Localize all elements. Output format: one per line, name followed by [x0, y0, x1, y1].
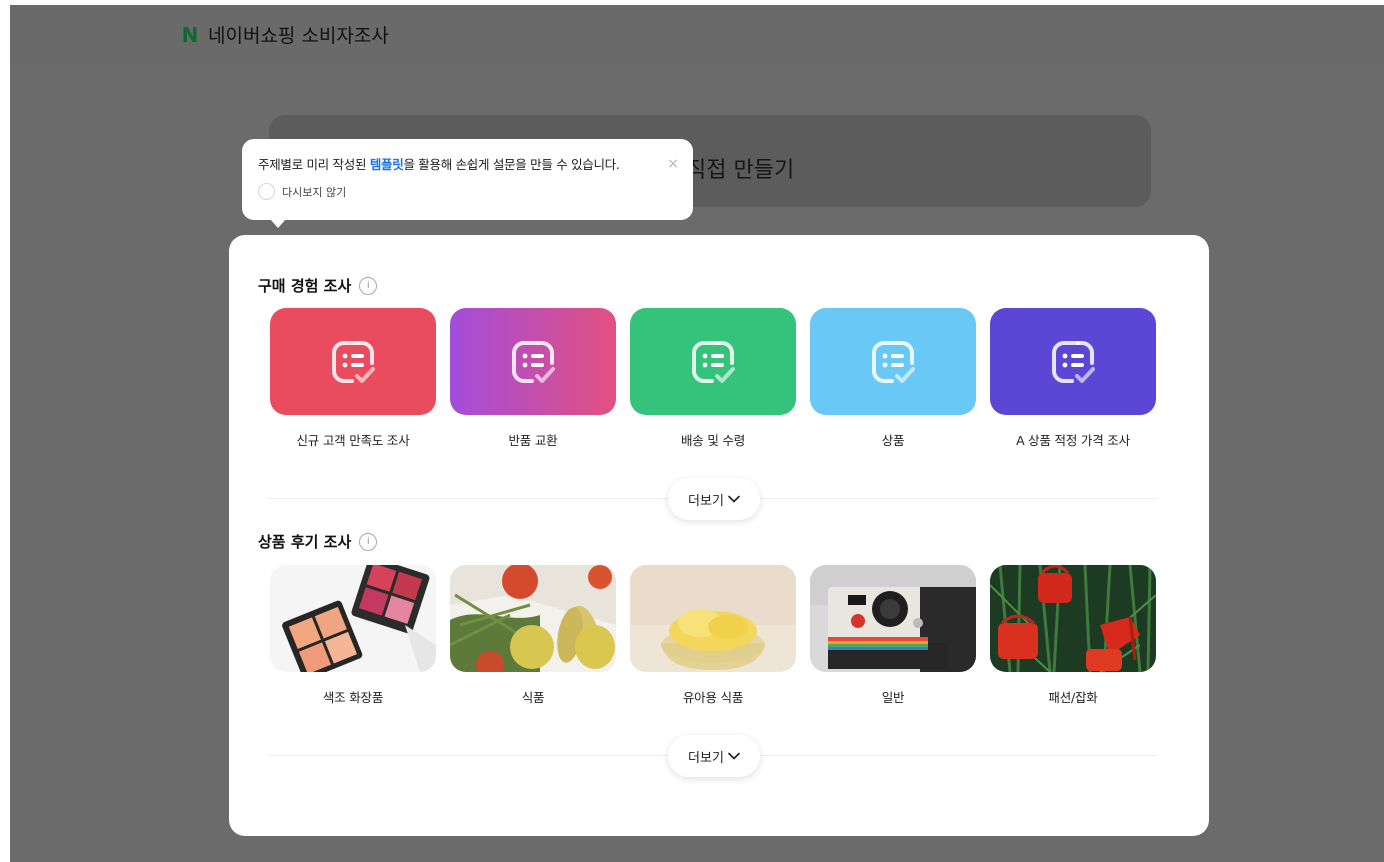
card-label: A 상품 적정 가격 조사 [1016, 433, 1130, 448]
template-card-product[interactable]: 상품 [810, 308, 976, 449]
section-title-purchase: 구매 경험 조사 i [258, 275, 378, 296]
brand-title: 네이버쇼핑 소비자조사 [208, 25, 389, 47]
card-tile [450, 308, 616, 415]
survey-check-icon [332, 340, 375, 383]
section-title-review-text: 상품 후기 조사 [258, 533, 352, 551]
survey-check-icon [1052, 340, 1095, 383]
tooltip-message-highlight: 템플릿 [369, 157, 404, 172]
template-card-fashion[interactable]: 패션/잡화 [990, 565, 1156, 706]
section-title-purchase-text: 구매 경험 조사 [258, 277, 352, 295]
template-card-new-customer[interactable]: 신규 고객 만족도 조사 [270, 308, 436, 449]
baby-food-image [630, 565, 796, 672]
survey-check-icon [512, 340, 555, 383]
template-card-shipping[interactable]: 배송 및 수령 [630, 308, 796, 449]
checkbox-circle-icon [258, 183, 275, 200]
brand-logo[interactable]: N 네이버쇼핑 소비자조사 [180, 21, 389, 48]
card-tile [270, 308, 436, 415]
more-label: 더보기 [688, 493, 724, 509]
template-card-general[interactable]: 일반 [810, 565, 976, 706]
card-label: 신규 고객 만족도 조사 [296, 433, 410, 448]
template-card-baby-food[interactable]: 유아용 식품 [630, 565, 796, 706]
card-tile [630, 308, 796, 415]
fashion-image [990, 565, 1156, 672]
direct-create-label: 직접 만들기 [686, 158, 795, 183]
card-label: 상품 [881, 433, 905, 448]
template-card-return-exchange[interactable]: 반품 교환 [450, 308, 616, 449]
cosmetics-image [270, 565, 436, 672]
chevron-down-icon [728, 495, 740, 503]
template-tooltip: 주제별로 미리 작성된 템플릿을 활용해 손쉽게 설문을 만들 수 있습니다. … [242, 139, 693, 228]
more-button-review[interactable]: 더보기 [668, 735, 760, 777]
camera-image [810, 565, 976, 672]
purchase-cards: 신규 고객 만족도 조사 반품 교환 배송 및 수령 상품 A 상품 적정 가격… [270, 308, 1156, 449]
review-cards: 색조 화장품 식품 유아용 식품 일반 패션/잡화 [270, 565, 1156, 706]
info-icon[interactable]: i [359, 276, 378, 295]
card-label: 식품 [521, 690, 545, 705]
section-title-review: 상품 후기 조사 i [258, 531, 378, 552]
more-label: 더보기 [688, 750, 724, 766]
card-label: 배송 및 수령 [680, 433, 746, 448]
info-icon[interactable]: i [359, 532, 378, 551]
more-button-purchase[interactable]: 더보기 [668, 478, 760, 520]
tooltip-message: 주제별로 미리 작성된 템플릿을 활용해 손쉽게 설문을 만들 수 있습니다. [258, 154, 677, 173]
header: N 네이버쇼핑 소비자조사 [10, 5, 1384, 69]
naver-n-icon: N [181, 22, 199, 47]
template-card-cosmetics[interactable]: 색조 화장품 [270, 565, 436, 706]
dont-show-again-checkbox[interactable]: 다시보지 않기 [258, 183, 677, 200]
card-label: 유아용 식품 [682, 690, 744, 705]
card-tile [990, 308, 1156, 415]
survey-check-icon [872, 340, 915, 383]
card-label: 일반 [881, 690, 905, 705]
survey-check-icon [692, 340, 735, 383]
app-window: N 네이버쇼핑 소비자조사 직접 만들기 주제별로 미리 작성된 템플릿을 활용… [10, 5, 1384, 862]
card-label: 반품 교환 [508, 433, 558, 448]
card-tile [810, 308, 976, 415]
chevron-down-icon [728, 752, 740, 760]
card-label: 패션/잡화 [1048, 690, 1098, 705]
tooltip-message-pre: 주제별로 미리 작성된 [258, 157, 370, 172]
template-card-pricing[interactable]: A 상품 적정 가격 조사 [990, 308, 1156, 449]
food-image [450, 565, 616, 672]
card-label: 색조 화장품 [322, 690, 384, 705]
dont-show-again-label: 다시보지 않기 [282, 185, 347, 199]
template-card-food[interactable]: 식품 [450, 565, 616, 706]
tooltip-message-post: 을 활용해 손쉽게 설문을 만들 수 있습니다. [403, 157, 620, 172]
template-modal: 구매 경험 조사 i 신규 고객 만족도 조사 반품 교환 배송 및 수령 상품 [229, 235, 1209, 836]
close-icon[interactable]: × [667, 156, 679, 172]
